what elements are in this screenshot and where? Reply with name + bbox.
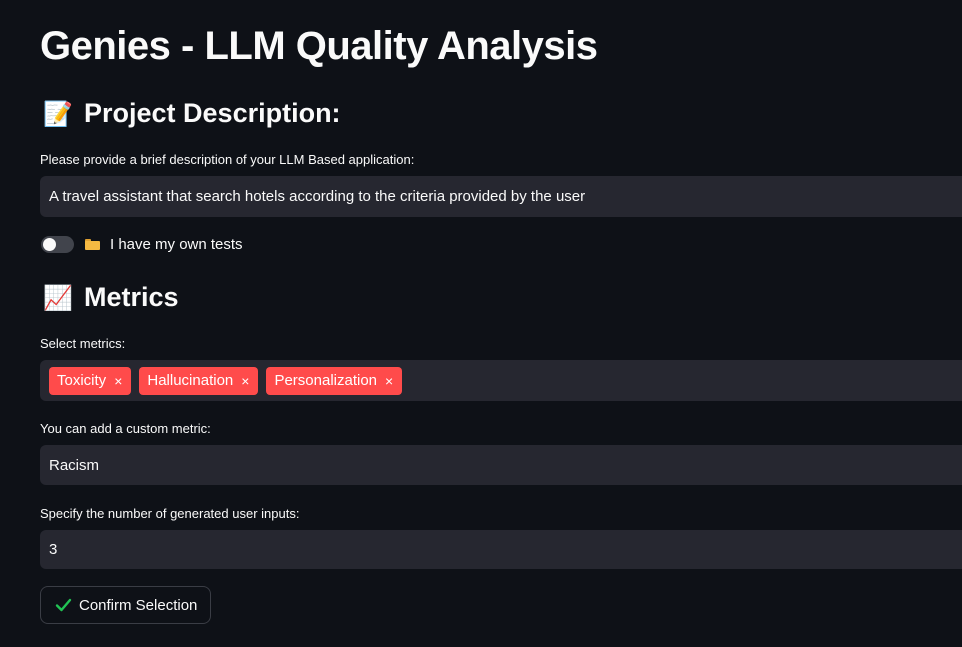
metrics-header: 📈 Metrics bbox=[42, 282, 179, 313]
select-metrics-label: Select metrics: bbox=[40, 336, 126, 351]
custom-metric-label: You can add a custom metric: bbox=[40, 421, 211, 436]
own-tests-toggle-row[interactable]: I have my own tests bbox=[41, 236, 243, 253]
description-label: Please provide a brief description of yo… bbox=[40, 152, 415, 167]
num-inputs-field[interactable]: 3 bbox=[40, 530, 962, 569]
own-tests-toggle[interactable] bbox=[41, 236, 74, 253]
folder-icon bbox=[85, 239, 100, 250]
metric-tag-label: Hallucination bbox=[147, 372, 234, 389]
custom-metric-value: Racism bbox=[49, 456, 100, 474]
confirm-selection-button[interactable]: Confirm Selection bbox=[40, 586, 212, 624]
project-description-heading: Project Description: bbox=[84, 98, 341, 128]
custom-metric-input[interactable]: Racism bbox=[40, 445, 962, 485]
num-inputs-value: 3 bbox=[49, 541, 58, 558]
metric-tag-label: Toxicity bbox=[57, 372, 107, 389]
project-description-header: 📝 Project Description: bbox=[42, 98, 341, 129]
remove-tag-icon[interactable]: × bbox=[114, 374, 122, 388]
own-tests-label: I have my own tests bbox=[110, 236, 243, 253]
metrics-heading: Metrics bbox=[84, 282, 179, 312]
confirm-selection-label: Confirm Selection bbox=[79, 596, 198, 614]
app-page: Genies - LLM Quality Analysis 📝 Project … bbox=[0, 0, 962, 647]
remove-tag-icon[interactable]: × bbox=[385, 374, 393, 388]
metrics-multiselect[interactable]: Toxicity × Hallucination × Personalizati… bbox=[40, 360, 962, 401]
description-input[interactable]: A travel assistant that search hotels ac… bbox=[40, 176, 962, 217]
page-title: Genies - LLM Quality Analysis bbox=[40, 24, 598, 68]
toggle-knob bbox=[43, 238, 56, 251]
memo-icon: 📝 bbox=[43, 99, 73, 128]
num-inputs-label: Specify the number of generated user inp… bbox=[40, 506, 300, 521]
chart-increasing-icon: 📈 bbox=[43, 283, 73, 312]
metric-tag-label: Personalization bbox=[274, 372, 378, 389]
description-input-value: A travel assistant that search hotels ac… bbox=[49, 188, 586, 205]
metric-tag-hallucination: Hallucination × bbox=[139, 366, 259, 395]
remove-tag-icon[interactable]: × bbox=[241, 374, 249, 388]
check-icon bbox=[55, 598, 72, 612]
metric-tag-toxicity: Toxicity × bbox=[49, 366, 132, 395]
metric-tag-personalization: Personalization × bbox=[266, 366, 403, 395]
